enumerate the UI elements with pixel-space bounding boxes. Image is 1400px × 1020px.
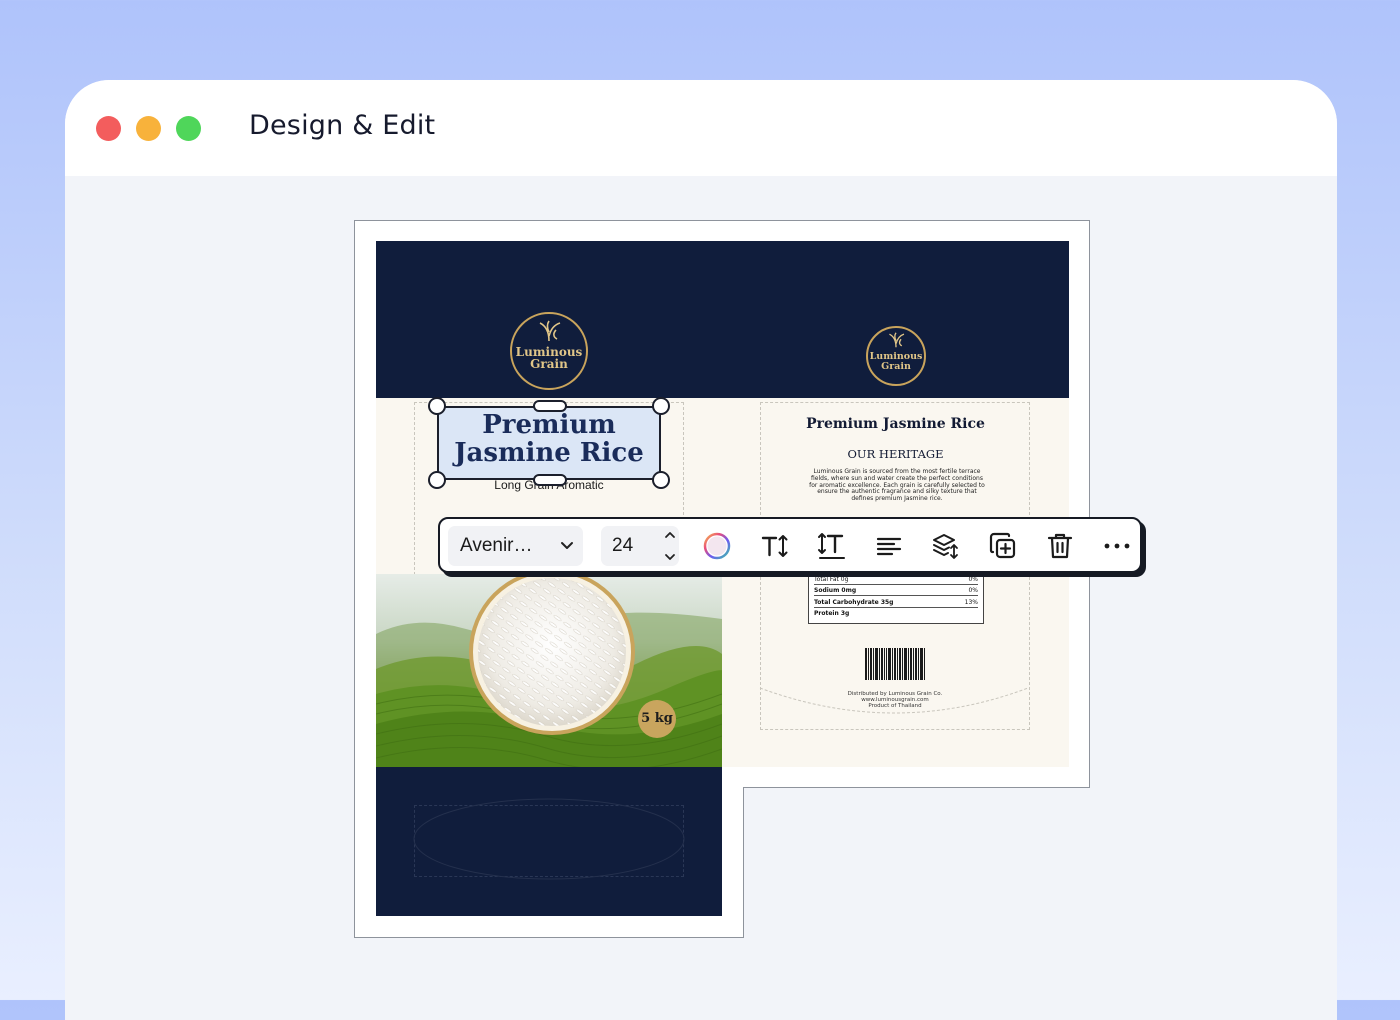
text-size-icon[interactable] <box>760 531 790 561</box>
duplicate-icon[interactable] <box>988 531 1018 561</box>
nutrient-name: Protein 3g <box>814 610 850 617</box>
rice-terrace-photo[interactable] <box>376 574 722 767</box>
resize-handle-top[interactable] <box>533 400 567 412</box>
resize-handle-top-right[interactable] <box>652 397 670 415</box>
color-picker-icon[interactable] <box>702 531 732 561</box>
table-row: Total Fat 0g 0% <box>814 575 978 585</box>
align-left-icon[interactable] <box>874 531 904 561</box>
resize-handle-bottom-right[interactable] <box>652 471 670 489</box>
font-size-stepper[interactable] <box>662 528 678 564</box>
more-options-icon[interactable] <box>1102 531 1132 561</box>
back-logo-text-line2: Grain <box>881 360 911 372</box>
title-line-1: Premium <box>482 410 616 440</box>
font-size-value: 24 <box>612 535 634 556</box>
nutrient-name: Total Carbohydrate 35g <box>814 599 894 606</box>
minimize-window-button[interactable] <box>136 116 161 141</box>
front-bottom-band <box>376 767 722 916</box>
window-title: Design & Edit <box>249 110 436 141</box>
font-family-dropdown[interactable]: Avenir… <box>448 526 583 566</box>
heritage-paragraph[interactable]: Luminous Grain is sourced from the most … <box>808 468 986 503</box>
logo-text-line2: Grain <box>530 357 568 371</box>
table-row: Total Carbohydrate 35g 13% <box>814 598 978 608</box>
wheat-logo-icon <box>889 332 905 348</box>
chevron-down-icon <box>561 542 573 549</box>
origin-line: Product of Thailand <box>868 703 922 710</box>
table-row: Protein 3g <box>814 609 978 619</box>
nutrient-name: Total Fat 0g <box>814 576 849 583</box>
distributor-info[interactable]: Distributed by Luminous Grain Co. www.lu… <box>790 691 1000 710</box>
title-bar: Design & Edit <box>65 80 1337 176</box>
layers-icon[interactable] <box>931 531 961 561</box>
text-format-toolbar: Avenir… 24 <box>438 517 1142 573</box>
delete-icon[interactable] <box>1045 531 1075 561</box>
close-window-button[interactable] <box>96 116 121 141</box>
nutrient-percent: 0% <box>968 576 978 583</box>
line-height-icon[interactable] <box>817 531 847 561</box>
nutrient-name: Sodium 0mg <box>814 587 857 594</box>
back-product-title[interactable]: Premium Jasmine Rice <box>722 416 1069 432</box>
resize-handle-bottom[interactable] <box>533 474 567 486</box>
maximize-window-button[interactable] <box>176 116 201 141</box>
font-family-value: Avenir… <box>460 535 533 556</box>
front-product-title[interactable]: Premium Jasmine Rice <box>437 411 661 467</box>
nutrient-percent: 13% <box>964 599 978 606</box>
nutrient-percent: 0% <box>968 587 978 594</box>
front-logo-badge[interactable]: Luminous Grain <box>510 312 588 390</box>
back-logo-badge[interactable]: Luminous Grain <box>866 326 926 386</box>
resize-handle-bottom-left[interactable] <box>428 471 446 489</box>
heritage-heading[interactable]: OUR HERITAGE <box>722 447 1069 461</box>
table-row: Sodium 0mg 0% <box>814 586 978 596</box>
wheat-logo-icon <box>539 320 561 342</box>
title-line-2: Jasmine Rice <box>454 438 644 468</box>
weight-badge[interactable]: 5 kg <box>638 700 676 738</box>
back-panel[interactable]: Premium Jasmine Rice OUR HERITAGE Lumino… <box>722 241 1069 767</box>
font-size-input[interactable]: 24 <box>601 526 679 566</box>
barcode-icon[interactable] <box>865 648 925 680</box>
nutrition-table[interactable]: Total Fat 0g 0% Sodium 0mg 0% Total Carb… <box>808 574 984 624</box>
resize-handle-top-left[interactable] <box>428 397 446 415</box>
